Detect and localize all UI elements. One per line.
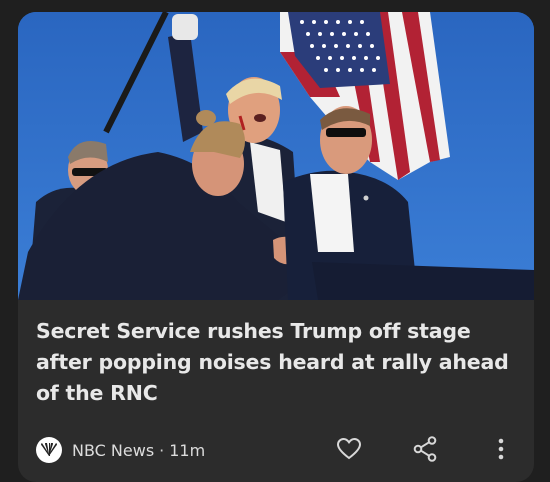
share-button[interactable] <box>410 436 440 466</box>
more-options-button[interactable] <box>486 436 516 466</box>
article-meta: NBC News · 11m <box>36 436 205 464</box>
nbc-peacock-icon <box>36 437 62 463</box>
article-image[interactable] <box>18 12 534 300</box>
meta-separator: · <box>159 440 165 460</box>
share-icon <box>413 436 437 466</box>
publisher-name[interactable]: NBC News <box>72 441 154 460</box>
article-headline[interactable]: Secret Service rushes Trump off stage af… <box>36 316 520 409</box>
heart-icon <box>336 437 362 464</box>
like-button[interactable] <box>334 436 364 466</box>
article-age: 11m <box>169 440 206 460</box>
article-photo <box>18 12 534 300</box>
more-vert-icon <box>497 438 505 464</box>
news-card[interactable]: Secret Service rushes Trump off stage af… <box>18 12 534 482</box>
